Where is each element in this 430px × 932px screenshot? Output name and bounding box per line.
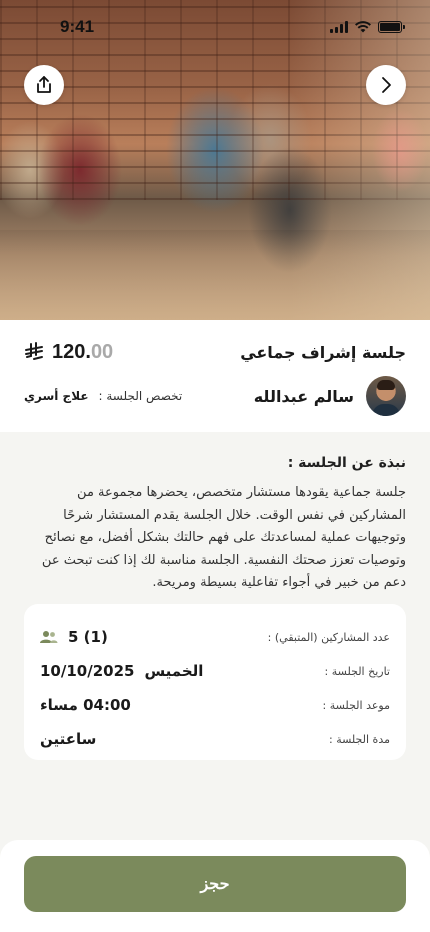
about-title: نبذة عن الجلسة : xyxy=(287,455,406,471)
session-details-card: 5 (1) عدد المشاركين (المتبقي) : 10/10/20… xyxy=(24,604,406,760)
people-icon xyxy=(40,631,58,643)
counselor-row: تخصص الجلسة : علاج أسري سالم عبدالله xyxy=(24,376,406,416)
battery-icon xyxy=(378,21,405,33)
specialty-value: علاج أسري xyxy=(24,389,89,403)
duration-value: ساعتين xyxy=(40,730,97,748)
session-title: جلسة إشراف جماعي xyxy=(240,342,406,362)
book-button[interactable]: حجز xyxy=(24,856,406,912)
status-bar: 9:41 xyxy=(0,0,430,54)
participants-value-group: 5 (1) xyxy=(40,628,108,646)
wifi-icon xyxy=(355,21,371,33)
price-whole: 120. xyxy=(52,340,91,363)
chevron-right-icon xyxy=(382,77,391,93)
riyal-icon xyxy=(25,342,43,360)
forward-button[interactable] xyxy=(366,65,406,105)
signal-icon xyxy=(330,21,348,33)
share-button[interactable] xyxy=(24,65,64,105)
participants-value: 5 (1) xyxy=(68,628,108,646)
floor xyxy=(0,230,430,320)
session-price: 120.00 xyxy=(24,341,113,364)
bottom-action-bar: حجز xyxy=(0,840,430,932)
time-value: 04:00 مساء xyxy=(40,696,131,714)
counselor-profile[interactable]: سالم عبدالله xyxy=(254,376,406,416)
session-info-card: 120.00 جلسة إشراف جماعي تخصص الجلسة : عل… xyxy=(0,320,430,432)
session-specialty: تخصص الجلسة : علاج أسري xyxy=(24,389,182,403)
date-value-group: 10/10/2025 الخميس xyxy=(40,662,203,680)
duration-row: ساعتين مدة الجلسة : xyxy=(40,722,390,756)
status-time: 9:41 xyxy=(60,17,95,36)
price-decimal: 00 xyxy=(90,340,114,363)
share-icon xyxy=(37,76,51,93)
participants-label: عدد المشاركين (المتبقي) : xyxy=(267,630,390,644)
date-row: 10/10/2025 الخميس تاريخ الجلسة : xyxy=(40,654,390,688)
date-day: الخميس xyxy=(144,662,204,680)
specialty-label: تخصص الجلسة : xyxy=(98,389,183,403)
status-icons xyxy=(330,21,405,33)
counselor-name: سالم عبدالله xyxy=(253,386,354,406)
participants-row: 5 (1) عدد المشاركين (المتبقي) : xyxy=(40,620,390,654)
about-text: جلسة جماعية يقودها مستشار متخصص، يحضرها … xyxy=(41,485,406,590)
time-row: 04:00 مساء موعد الجلسة : xyxy=(40,688,390,722)
time-label: موعد الجلسة : xyxy=(322,698,390,712)
date-label: تاريخ الجلسة : xyxy=(324,664,390,678)
duration-label: مدة الجلسة : xyxy=(329,732,390,746)
title-row: 120.00 جلسة إشراف جماعي xyxy=(24,338,406,366)
counselor-avatar xyxy=(366,376,406,416)
date-value: 10/10/2025 xyxy=(40,662,135,680)
